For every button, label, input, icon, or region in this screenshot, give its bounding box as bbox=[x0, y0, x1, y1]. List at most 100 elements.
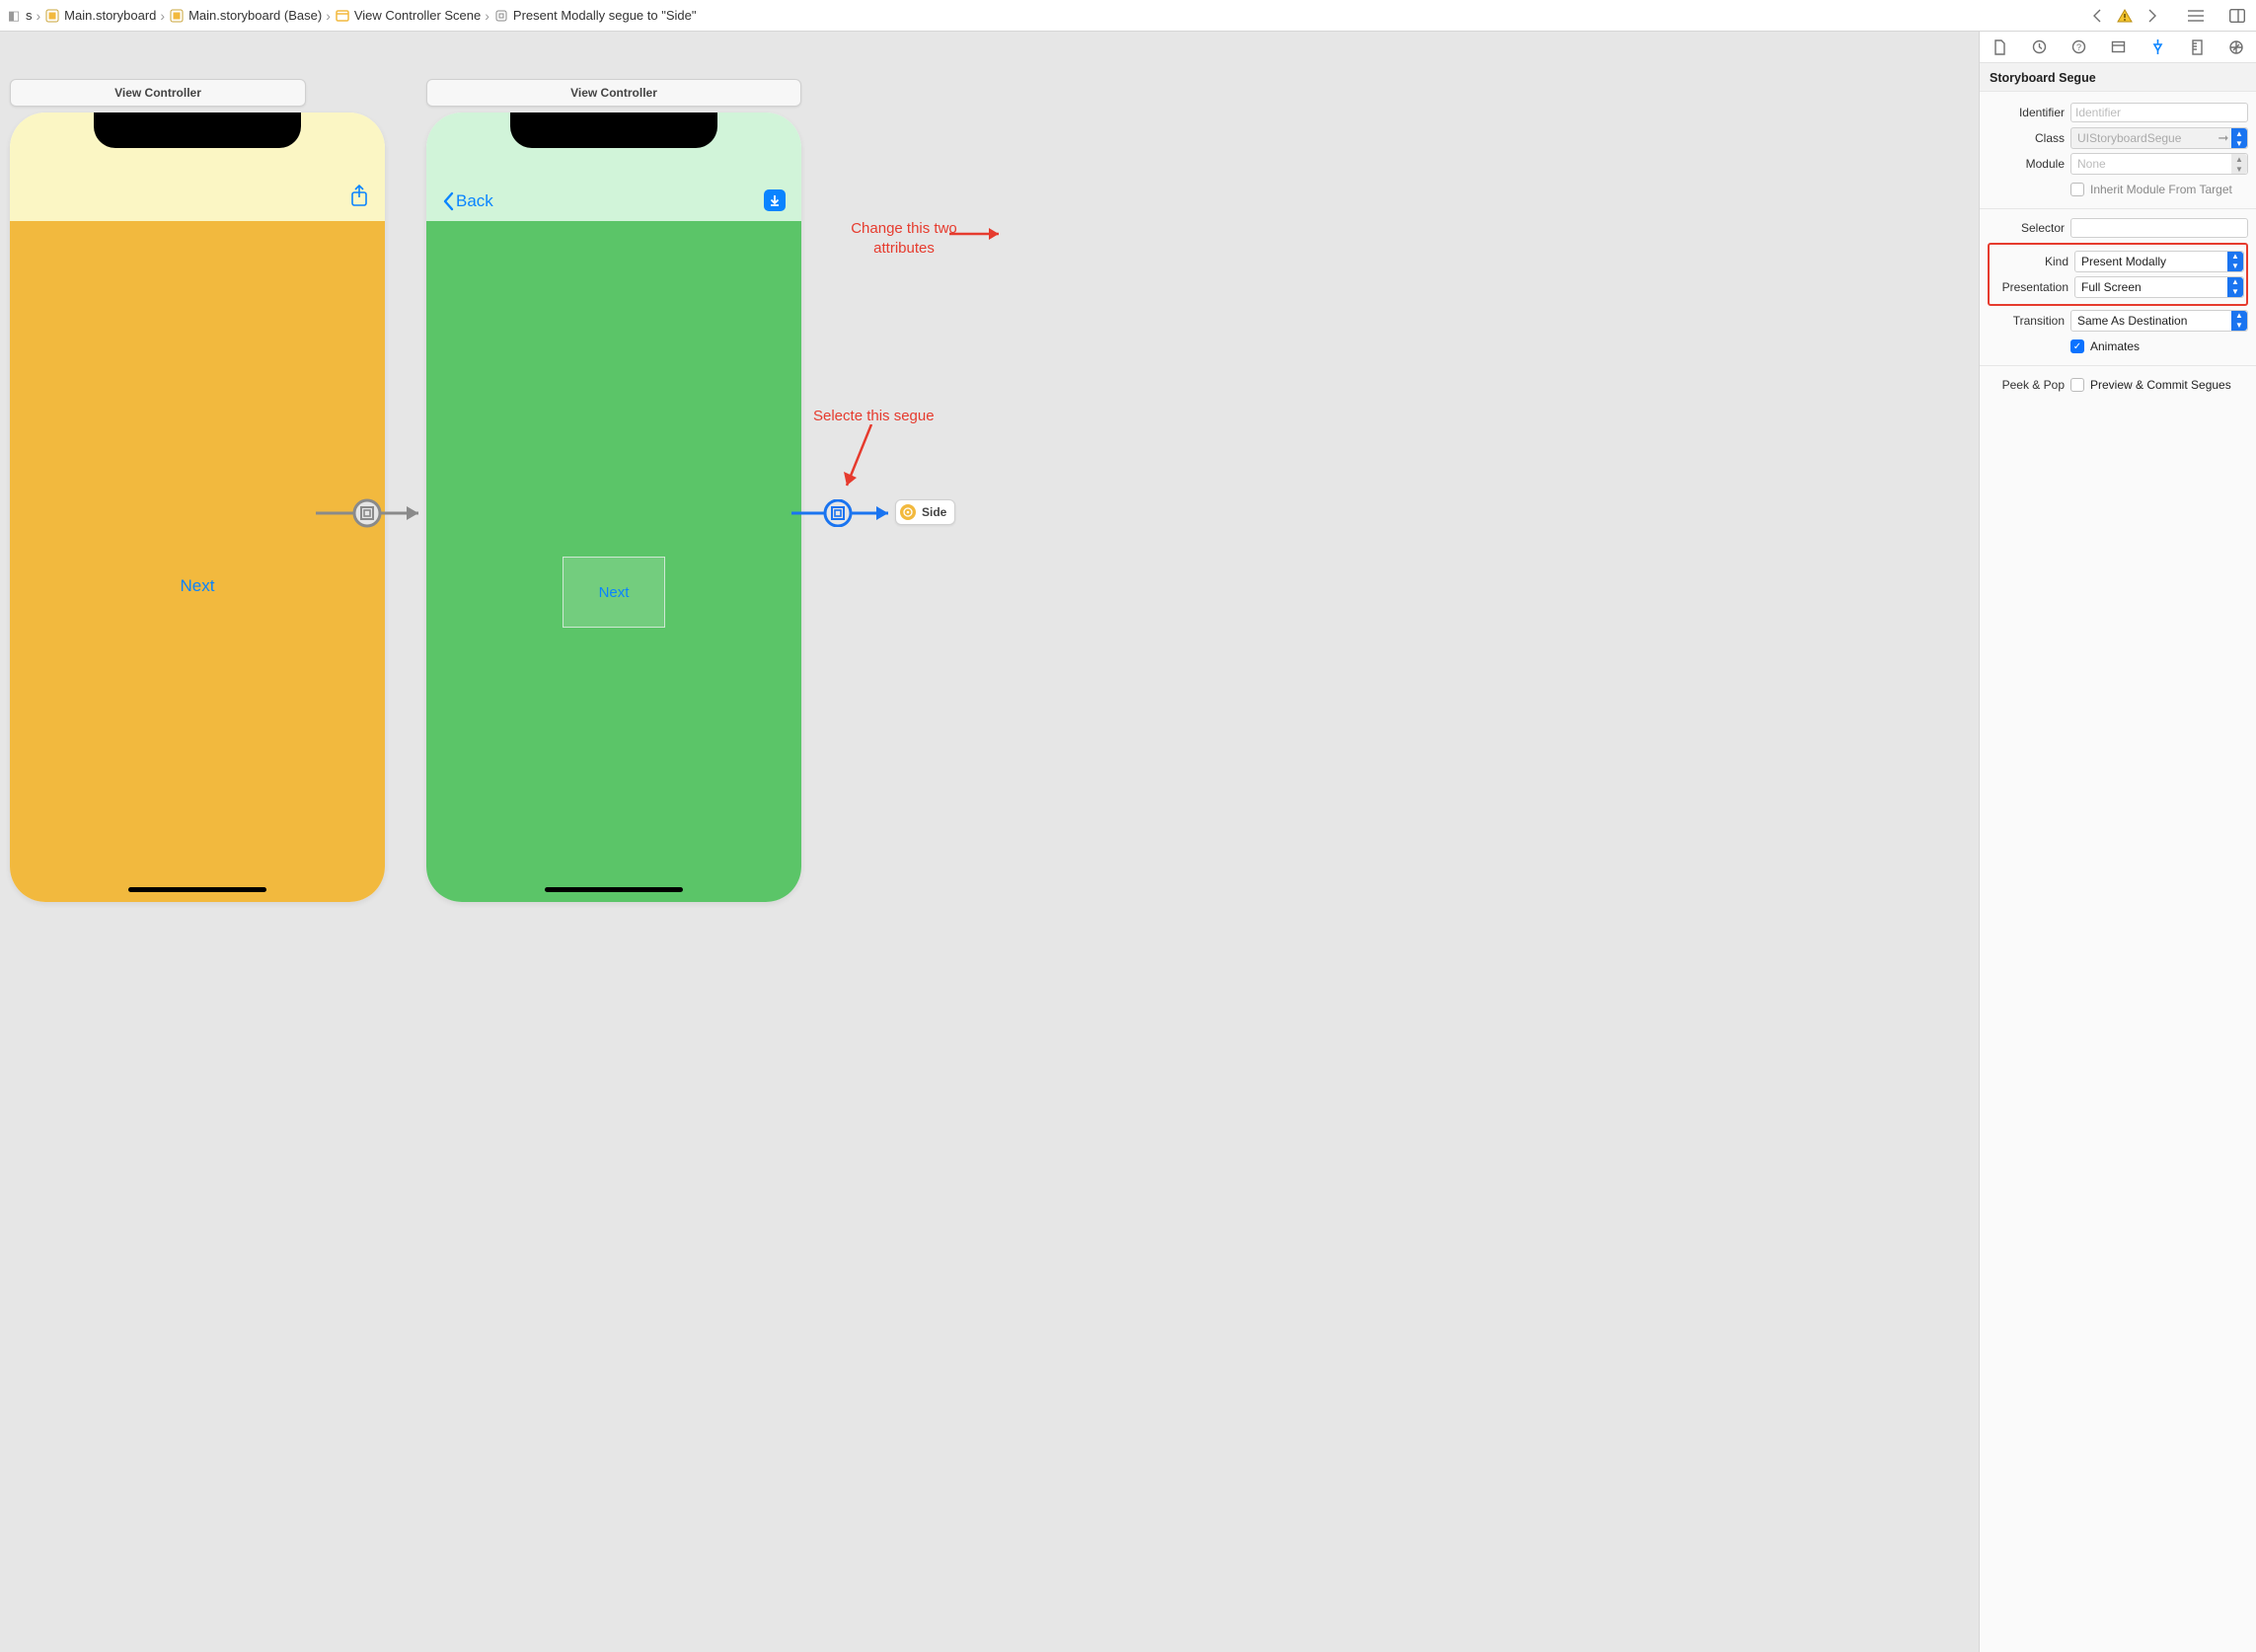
stepper-icon[interactable]: ▲▼ bbox=[2231, 154, 2247, 174]
assistant-layout-icon[interactable] bbox=[2228, 7, 2246, 25]
nav-back-button[interactable] bbox=[2088, 7, 2106, 25]
chevron-right-icon: › bbox=[326, 8, 331, 24]
connections-inspector-tab[interactable] bbox=[2225, 37, 2247, 58]
scene-title: View Controller bbox=[114, 86, 201, 100]
breadcrumb-item[interactable]: Present Modally segue to "Side" bbox=[493, 8, 697, 24]
field-label: Transition bbox=[1988, 314, 2065, 328]
segue-icon bbox=[493, 8, 509, 24]
divider bbox=[1980, 208, 2256, 209]
help-inspector-tab[interactable]: ? bbox=[2068, 37, 2089, 58]
scene-title-bar[interactable]: View Controller bbox=[10, 79, 306, 107]
back-label: Back bbox=[456, 191, 493, 211]
class-value: UIStoryboardSegue bbox=[2071, 131, 2216, 145]
inspector-panel: ? Storyboard Segue Identifier Class UISt… bbox=[1980, 32, 2256, 1652]
outline-toggle-icon[interactable] bbox=[2187, 7, 2205, 25]
nav-forward-button[interactable] bbox=[2143, 7, 2161, 25]
share-icon[interactable] bbox=[349, 185, 369, 211]
animates-checkbox[interactable]: ✓ bbox=[2070, 339, 2084, 353]
breadcrumb-label: View Controller Scene bbox=[354, 8, 481, 23]
download-icon[interactable] bbox=[764, 189, 786, 211]
inspector-section-title: Storyboard Segue bbox=[1980, 63, 2256, 92]
breadcrumb-item[interactable]: ◧ s bbox=[6, 8, 33, 24]
storyboard-file-icon bbox=[169, 8, 185, 24]
jump-bar: ◧ s › Main.storyboard › Main.storyboard … bbox=[0, 0, 2256, 32]
identity-inspector-tab[interactable] bbox=[2107, 37, 2129, 58]
divider bbox=[1980, 365, 2256, 366]
scene-reference-label: Side bbox=[922, 505, 946, 519]
presentation-select[interactable]: Full Screen ▲▼ bbox=[2074, 276, 2244, 298]
field-label: Presentation bbox=[1992, 280, 2068, 294]
breadcrumb: ◧ s › Main.storyboard › Main.storyboard … bbox=[6, 8, 696, 24]
storyboard-canvas[interactable]: View Controller Next bbox=[0, 32, 1980, 1652]
svg-text:?: ? bbox=[2075, 42, 2080, 52]
field-label: Kind bbox=[1992, 255, 2068, 268]
annotation-arrow bbox=[949, 224, 1009, 244]
main-split: View Controller Next bbox=[0, 32, 2256, 1652]
stepper-icon: ▲▼ bbox=[2227, 252, 2243, 271]
breadcrumb-label: Main.storyboard bbox=[64, 8, 156, 23]
inspector-tab-bar: ? bbox=[1980, 32, 2256, 63]
scene-title: View Controller bbox=[570, 86, 657, 100]
checkbox-label: Preview & Commit Segues bbox=[2090, 378, 2231, 392]
class-field[interactable]: UIStoryboardSegue ➞ ▲▼ bbox=[2070, 127, 2248, 149]
annotation-arrow bbox=[837, 424, 886, 503]
field-label: Selector bbox=[1988, 221, 2065, 235]
chevron-right-icon: › bbox=[37, 8, 41, 24]
field-label: Identifier bbox=[1988, 106, 2065, 119]
select-value: Same As Destination bbox=[2077, 314, 2187, 328]
device-notch bbox=[94, 113, 301, 148]
size-inspector-tab[interactable] bbox=[2186, 37, 2208, 58]
field-label: Class bbox=[1988, 131, 2065, 145]
chevron-right-icon: › bbox=[160, 8, 165, 24]
storyboard-file-icon bbox=[44, 8, 60, 24]
identifier-field[interactable] bbox=[2070, 103, 2248, 122]
breadcrumb-item[interactable]: View Controller Scene bbox=[335, 8, 481, 24]
breadcrumb-item[interactable]: Main.storyboard bbox=[44, 8, 156, 24]
selector-field[interactable] bbox=[2070, 218, 2248, 238]
segue-arrow-selected[interactable] bbox=[791, 499, 900, 530]
scene-reference-chip[interactable]: Side bbox=[895, 499, 955, 525]
stepper-icon: ▲▼ bbox=[2231, 311, 2247, 331]
home-indicator bbox=[545, 887, 683, 892]
device-notch bbox=[510, 113, 717, 148]
breadcrumb-label: Main.storyboard (Base) bbox=[188, 8, 322, 23]
chevron-right-icon: › bbox=[485, 8, 489, 24]
highlighted-attributes: Kind Present Modally ▲▼ Presentation Ful… bbox=[1988, 243, 2248, 306]
view[interactable]: Next bbox=[426, 221, 801, 902]
jump-bar-right bbox=[2088, 7, 2250, 25]
transition-select[interactable]: Same As Destination ▲▼ bbox=[2070, 310, 2248, 332]
next-button[interactable]: Next bbox=[181, 576, 215, 596]
scene-title-bar[interactable]: View Controller bbox=[426, 79, 801, 107]
kind-select[interactable]: Present Modally ▲▼ bbox=[2074, 251, 2244, 272]
module-select[interactable]: None ▲▼ bbox=[2070, 153, 2248, 175]
field-label: Peek & Pop bbox=[1988, 378, 2065, 392]
history-inspector-tab[interactable] bbox=[2028, 37, 2050, 58]
breadcrumb-label: s bbox=[26, 8, 33, 23]
preview-commit-checkbox[interactable] bbox=[2070, 378, 2084, 392]
view-controller-canvas[interactable]: Back Next bbox=[426, 113, 801, 902]
segue-arrow[interactable] bbox=[316, 499, 434, 530]
breadcrumb-item[interactable]: Main.storyboard (Base) bbox=[169, 8, 322, 24]
select-value: Present Modally bbox=[2081, 255, 2166, 268]
select-value: Full Screen bbox=[2081, 280, 2142, 294]
checkbox-label: Animates bbox=[2090, 339, 2140, 353]
breadcrumb-label: Present Modally segue to "Side" bbox=[513, 8, 697, 23]
next-button[interactable]: Next bbox=[563, 557, 665, 628]
inherit-module-checkbox[interactable] bbox=[2070, 183, 2084, 196]
view[interactable]: Next bbox=[10, 221, 385, 902]
home-indicator bbox=[128, 887, 266, 892]
swift-file-icon: ◧ bbox=[6, 8, 22, 24]
stepper-icon: ▲▼ bbox=[2227, 277, 2243, 297]
attributes-inspector-tab[interactable] bbox=[2146, 37, 2168, 58]
field-label: Module bbox=[1988, 157, 2065, 171]
file-inspector-tab[interactable] bbox=[1989, 37, 2010, 58]
back-button[interactable]: Back bbox=[442, 191, 493, 211]
inspector-form: Identifier Class UIStoryboardSegue ➞ ▲▼ … bbox=[1980, 92, 2256, 412]
stepper-icon[interactable]: ▲▼ bbox=[2231, 128, 2247, 148]
view-controller-icon bbox=[900, 504, 916, 520]
warning-icon[interactable] bbox=[2116, 7, 2134, 25]
button-label: Next bbox=[599, 584, 630, 601]
jump-arrow-icon[interactable]: ➞ bbox=[2216, 130, 2231, 146]
module-value: None bbox=[2071, 157, 2231, 171]
checkbox-label: Inherit Module From Target bbox=[2090, 183, 2232, 196]
